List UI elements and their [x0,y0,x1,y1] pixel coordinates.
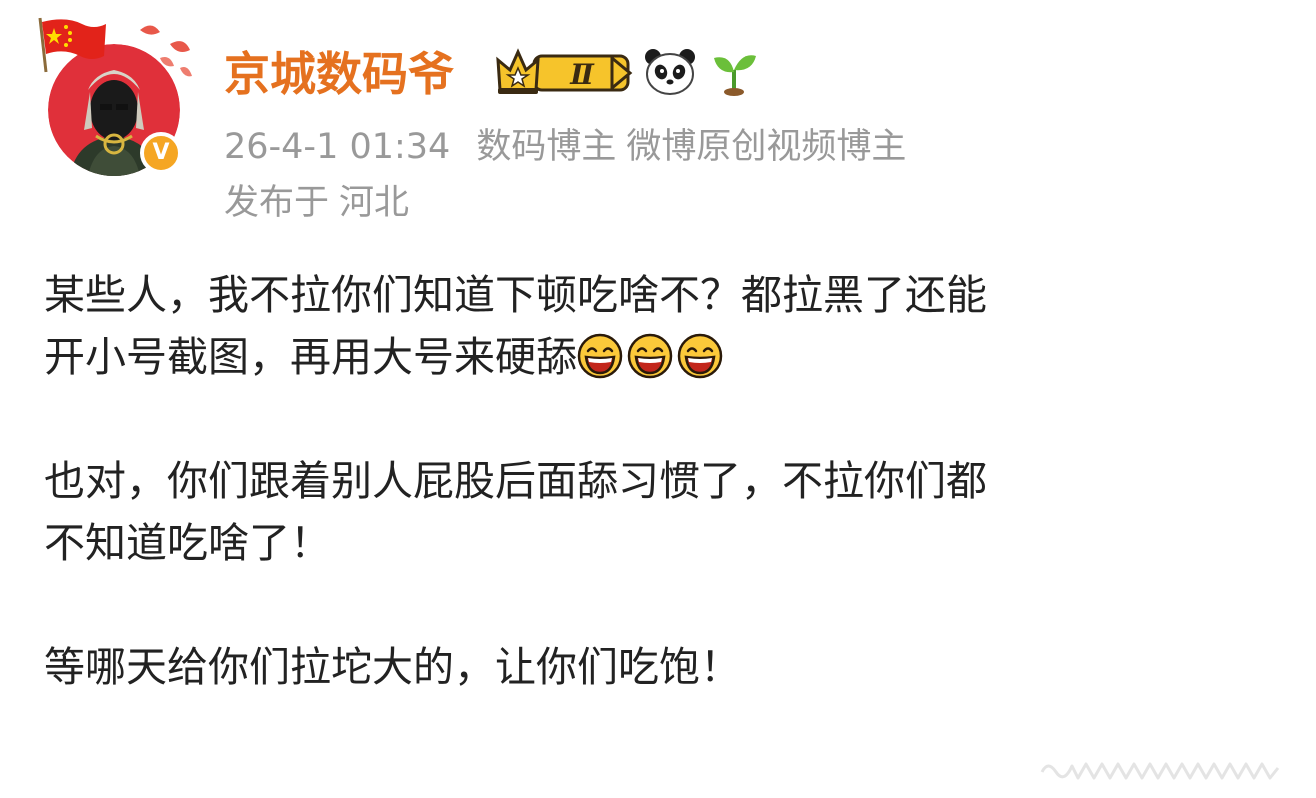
watermark-decoration [1040,762,1280,780]
grinning-laugh-emoji-icon [677,333,723,379]
tag-video-blogger[interactable]: 微博原创视频博主 [626,127,906,167]
grinning-laugh-emoji-icon [577,333,623,379]
post-body: 某些人，我不拉你们知道下顿吃啥不？都拉黑了还能 开小号截图，再用大号来硬舔 也对… [44,264,1274,698]
sprout-icon[interactable] [708,46,760,98]
location-prefix: 发布于 [224,183,330,223]
verified-v-icon: V [140,132,182,174]
panda-icon[interactable] [643,46,697,96]
post-location: 发布于 河北 [224,178,409,228]
post-meta: 26-4-1 01:34 数码博主 微博原创视频博主 [224,122,906,172]
tag-digital-blogger[interactable]: 数码博主 [476,127,616,167]
crown-level-badge-icon[interactable]: Ⅱ [494,46,634,98]
post-line: 不知道吃啥了！ [44,519,331,567]
grinning-laugh-emoji-icon [627,333,673,379]
post-line: 也对，你们跟着别人屁股后面舔习惯了，不拉你们都 [44,457,987,505]
timestamp: 26-4-1 01:34 [224,127,451,167]
china-flag-icon [38,17,106,73]
post-line: 等哪天给你们拉坨大的，让你们吃饱！ [44,643,741,691]
weibo-post-screenshot: V 京城数码爷 Ⅱ 26-4-1 01:34 数码博主 微博原创视频博主 发布于 河北 [0,0,1316,798]
username[interactable]: 京城数码爷 [224,44,454,104]
level-label: Ⅱ [569,58,595,91]
post-line: 开小号截图，再用大号来硬舔 [44,333,577,381]
location-name: 河北 [339,183,410,223]
post-line: 某些人，我不拉你们知道下顿吃啥不？都拉黑了还能 [44,271,987,319]
post-line-with-emoji: 开小号截图，再用大号来硬舔 [44,326,1274,388]
